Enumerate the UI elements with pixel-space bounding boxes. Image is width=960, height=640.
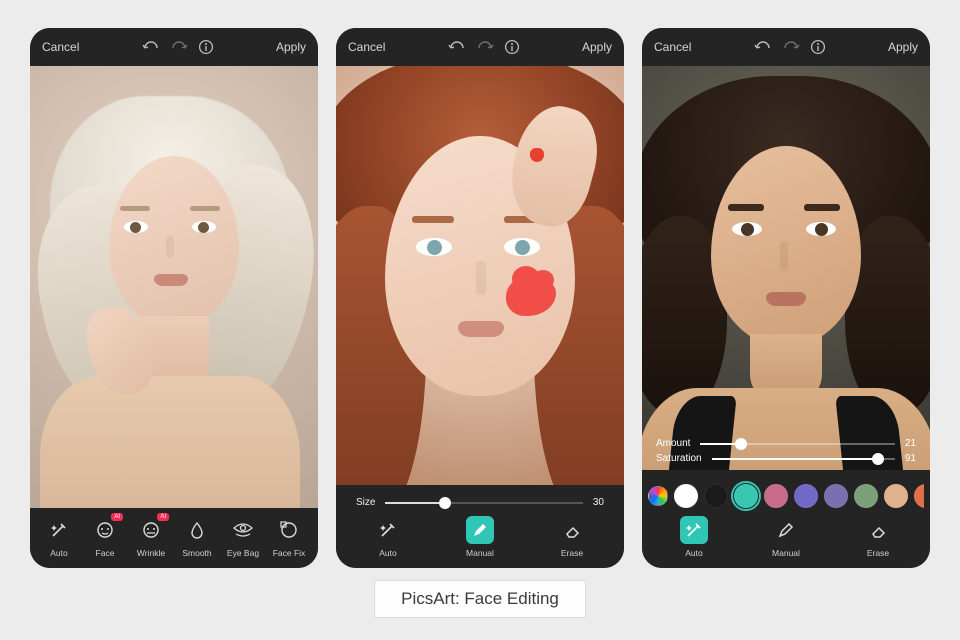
cancel-button[interactable]: Cancel — [654, 40, 691, 54]
tool-eyebag[interactable]: Eye Bag — [221, 516, 265, 558]
editor-canvas[interactable]: Amount 21 Saturation 91 — [642, 66, 930, 470]
color-swatch[interactable] — [824, 484, 848, 508]
color-swatch[interactable] — [734, 484, 758, 508]
tool-label: Face — [96, 548, 115, 558]
eye — [732, 222, 762, 236]
tool-label: Manual — [466, 548, 494, 558]
color-swatch[interactable] — [674, 484, 698, 508]
slider-value: 30 — [593, 497, 604, 508]
tool-auto[interactable]: Auto — [37, 516, 81, 558]
nose — [166, 236, 174, 258]
tool-label: Manual — [772, 548, 800, 558]
tool-label: Auto — [379, 548, 397, 558]
tool-label: Auto — [685, 548, 703, 558]
tool-auto[interactable]: Auto — [672, 516, 716, 558]
color-swatch[interactable] — [914, 484, 924, 508]
apply-button[interactable]: Apply — [582, 40, 612, 54]
redo-icon[interactable] — [476, 40, 494, 54]
tool-manual[interactable]: Manual — [458, 516, 502, 558]
cancel-button[interactable]: Cancel — [42, 40, 79, 54]
editor-bottombar: Size 30 Auto Manual Erase — [336, 485, 624, 568]
brow — [120, 206, 150, 211]
undo-icon[interactable] — [448, 40, 466, 54]
eye — [416, 238, 452, 256]
nail — [530, 148, 544, 162]
slider-value: 91 — [905, 453, 916, 464]
tool-wrinkle[interactable]: AI Wrinkle — [129, 516, 173, 558]
editor-topbar: Cancel Apply — [642, 28, 930, 66]
tool-label: Face Fix — [273, 548, 306, 558]
tool-smooth[interactable]: Smooth — [175, 516, 219, 558]
redo-icon[interactable] — [170, 40, 188, 54]
tool-auto[interactable]: Auto — [366, 516, 410, 558]
eye — [806, 222, 836, 236]
color-wheel-swatch[interactable] — [648, 486, 668, 506]
lips — [154, 274, 188, 286]
redo-icon[interactable] — [782, 40, 800, 54]
figure-caption: PicsArt: Face Editing — [374, 580, 586, 618]
apply-button[interactable]: Apply — [276, 40, 306, 54]
nose — [476, 261, 486, 295]
apply-button[interactable]: Apply — [888, 40, 918, 54]
slider-value: 21 — [905, 438, 916, 449]
shoulders — [40, 376, 300, 508]
tool-label: Erase — [867, 548, 889, 558]
brow — [190, 206, 220, 211]
color-swatch[interactable] — [764, 484, 788, 508]
saturation-slider[interactable]: Saturation 91 — [652, 451, 920, 466]
lips — [458, 321, 504, 337]
tool-erase[interactable]: Erase — [856, 516, 900, 558]
editor-bottombar: Auto Manual Erase — [642, 470, 930, 568]
tool-label: Smooth — [182, 548, 211, 558]
phone-screen-3: Cancel Apply Amount — [642, 28, 930, 568]
color-swatch[interactable] — [854, 484, 878, 508]
brow — [804, 204, 840, 211]
amount-slider[interactable]: Amount 21 — [652, 436, 920, 451]
brow — [412, 216, 454, 223]
tool-manual[interactable]: Manual — [764, 516, 808, 558]
eye — [124, 221, 148, 233]
slider-label: Saturation — [656, 453, 702, 464]
tool-erase[interactable]: Erase — [550, 516, 594, 558]
tool-facefix[interactable]: Face Fix — [267, 516, 311, 558]
color-swatch[interactable] — [794, 484, 818, 508]
tool-row: Auto Manual Erase — [648, 516, 924, 558]
info-icon[interactable] — [504, 39, 520, 55]
cancel-button[interactable]: Cancel — [348, 40, 385, 54]
tool-label: Eye Bag — [227, 548, 259, 558]
size-slider[interactable]: Size 30 — [342, 493, 618, 516]
phone-screen-2: Cancel Apply — [336, 28, 624, 568]
info-icon[interactable] — [810, 39, 826, 55]
nose — [780, 241, 788, 271]
brow — [728, 204, 764, 211]
tool-label: Auto — [50, 548, 68, 558]
editor-topbar: Cancel Apply — [30, 28, 318, 66]
color-swatch[interactable] — [704, 484, 728, 508]
tool-face[interactable]: AI Face — [83, 516, 127, 558]
undo-icon[interactable] — [754, 40, 772, 54]
undo-icon[interactable] — [142, 40, 160, 54]
slider-label: Amount — [656, 438, 690, 449]
tool-label: Wrinkle — [137, 548, 165, 558]
color-swatch[interactable] — [884, 484, 908, 508]
editor-canvas[interactable] — [30, 66, 318, 508]
tool-row: Auto Manual Erase — [342, 516, 618, 558]
info-icon[interactable] — [198, 39, 214, 55]
ai-badge: AI — [157, 513, 169, 521]
editor-canvas[interactable] — [336, 66, 624, 485]
color-swatches — [648, 478, 924, 516]
lips — [766, 292, 806, 306]
editor-bottombar: Auto AI Face AI Wrinkle Smooth Eye Bag Fac… — [30, 508, 318, 568]
eye — [504, 238, 540, 256]
slider-label: Size — [356, 497, 375, 508]
editor-topbar: Cancel Apply — [336, 28, 624, 66]
phone-screen-1: Cancel Apply Auto — [30, 28, 318, 568]
tool-row: Auto AI Face AI Wrinkle Smooth Eye Bag Fac… — [36, 516, 312, 558]
overlay-sliders: Amount 21 Saturation 91 — [642, 430, 930, 470]
tool-label: Erase — [561, 548, 583, 558]
eye — [192, 221, 216, 233]
ai-badge: AI — [111, 513, 123, 521]
